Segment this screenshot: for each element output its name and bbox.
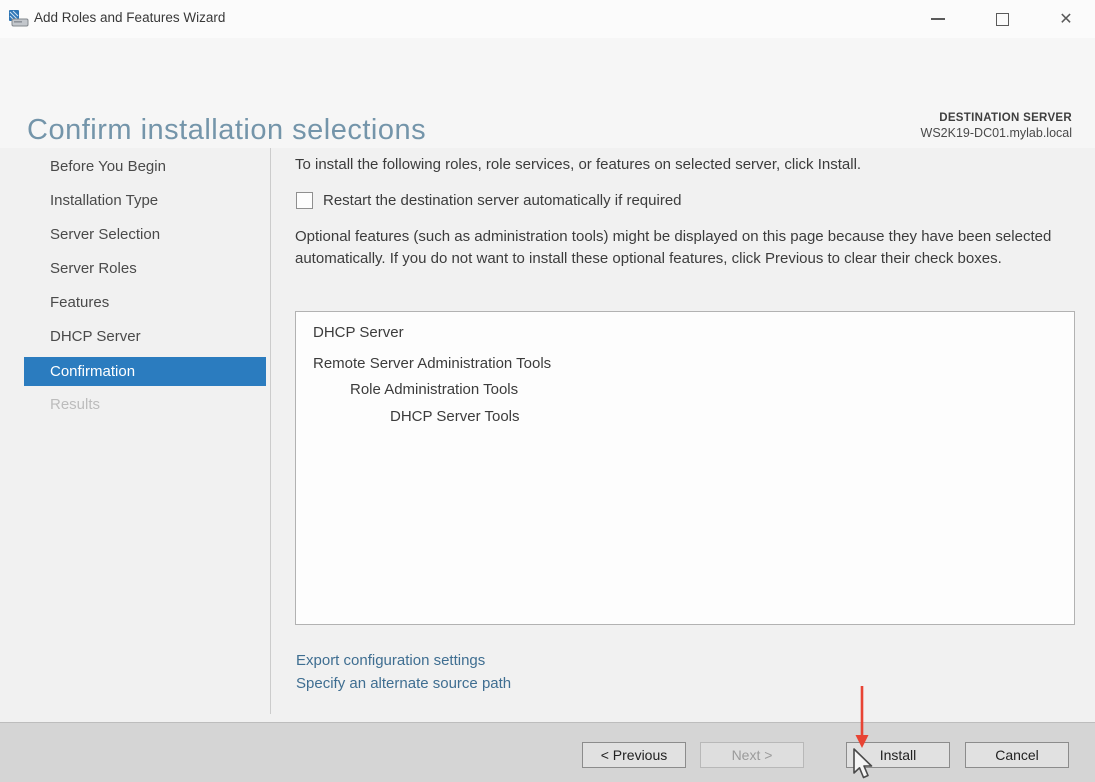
minimize-icon <box>931 18 945 20</box>
next-button: Next > <box>700 742 804 768</box>
page-title: Confirm installation selections <box>27 114 426 147</box>
destination-server-label: DESTINATION SERVER <box>921 112 1072 124</box>
sidebar-item-confirmation[interactable]: Confirmation <box>24 357 266 386</box>
sidebar-item-server-selection[interactable]: Server Selection <box>24 218 266 252</box>
confirmation-content: To install the following roles, role ser… <box>295 150 1075 710</box>
destination-server-name: WS2K19-DC01.mylab.local <box>921 126 1072 140</box>
maximize-button[interactable] <box>985 3 1019 35</box>
selection-dhcp-server-tools[interactable]: DHCP Server Tools <box>313 408 1074 425</box>
destination-server-block: DESTINATION SERVER WS2K19-DC01.mylab.loc… <box>921 112 1072 140</box>
sidebar-item-results: Results <box>24 388 266 422</box>
wizard-steps-sidebar: Before You Begin Installation Type Serve… <box>24 150 266 422</box>
sidebar-item-installation-type[interactable]: Installation Type <box>24 184 266 218</box>
export-configuration-link[interactable]: Export configuration settings <box>296 652 485 669</box>
restart-checkbox[interactable] <box>296 192 313 209</box>
sidebar-item-server-roles[interactable]: Server Roles <box>24 252 266 286</box>
restart-checkbox-label[interactable]: Restart the destination server automatic… <box>323 192 682 209</box>
selected-items-listbox[interactable]: DHCP Server Remote Server Administration… <box>295 311 1075 625</box>
selection-role-admin-tools[interactable]: Role Administration Tools <box>313 381 1074 398</box>
close-button[interactable]: ✕ <box>1049 3 1083 35</box>
maximize-icon <box>996 13 1009 26</box>
install-button[interactable]: Install <box>846 742 950 768</box>
intro-text: To install the following roles, role ser… <box>295 156 861 173</box>
window-title: Add Roles and Features Wizard <box>34 10 225 25</box>
close-icon: ✕ <box>1059 9 1072 29</box>
sidebar-item-dhcp-server[interactable]: DHCP Server <box>24 320 266 354</box>
cancel-button[interactable]: Cancel <box>965 742 1069 768</box>
sidebar-item-before-you-begin[interactable]: Before You Begin <box>24 150 266 184</box>
titlebar: Add Roles and Features Wizard ✕ <box>0 0 1095 38</box>
minimize-button[interactable] <box>921 3 955 35</box>
sidebar-divider <box>270 148 271 714</box>
selection-dhcp-server[interactable]: DHCP Server <box>313 324 1074 341</box>
sidebar-item-features[interactable]: Features <box>24 286 266 320</box>
selection-rsat[interactable]: Remote Server Administration Tools <box>313 355 1074 372</box>
wizard-app-icon <box>8 10 30 28</box>
alternate-source-path-link[interactable]: Specify an alternate source path <box>296 675 511 692</box>
optional-features-note: Optional features (such as administratio… <box>295 226 1070 269</box>
wizard-window: Add Roles and Features Wizard ✕ Confirm … <box>0 0 1095 782</box>
footer-bar: < Previous Next > Install Cancel <box>0 722 1095 782</box>
page-header: Confirm installation selections DESTINAT… <box>0 38 1095 148</box>
previous-button[interactable]: < Previous <box>582 742 686 768</box>
restart-checkbox-row: Restart the destination server automatic… <box>296 192 682 209</box>
